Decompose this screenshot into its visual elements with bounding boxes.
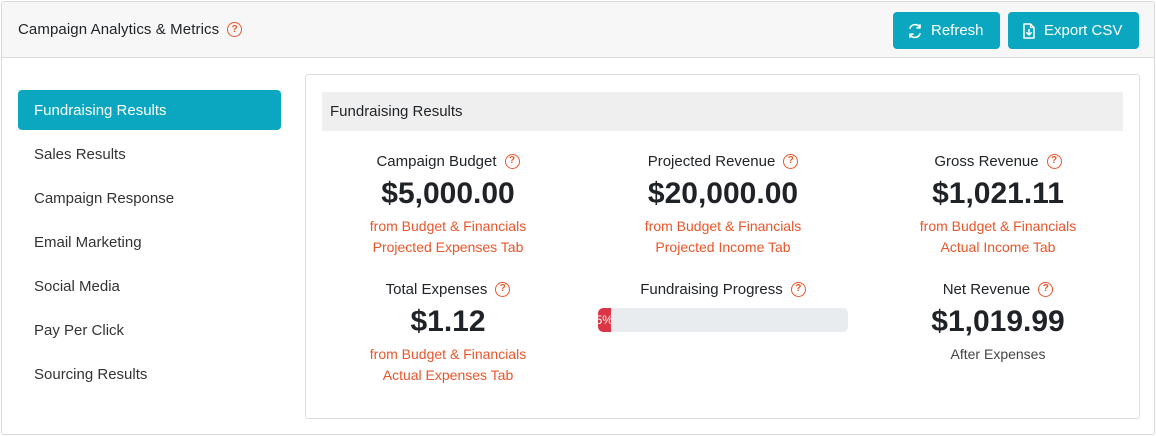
sidebar-item-social-media[interactable]: Social Media [18, 266, 281, 306]
sidebar-nav: Fundraising Results Sales Results Campai… [18, 90, 281, 398]
help-icon[interactable]: ? [1046, 153, 1062, 169]
metric-source-line: from Budget & Financials [369, 346, 527, 362]
help-icon[interactable]: ? [504, 153, 520, 169]
sidebar-item-label: Pay Per Click [34, 321, 125, 339]
refresh-button[interactable]: Refresh [893, 12, 1000, 49]
fundraising-results-card: Fundraising Results Campaign Budget ? $5… [305, 74, 1140, 419]
metric-source-line: Actual Income Tab [940, 239, 1056, 255]
metric-label: Gross Revenue [934, 152, 1039, 170]
help-icon[interactable]: ? [227, 22, 243, 37]
metric-value: $20,000.00 [647, 177, 799, 210]
export-csv-button-label: Export CSV [1044, 22, 1123, 39]
panel-header: Campaign Analytics & Metrics ? Refresh E [2, 2, 1154, 58]
help-icon[interactable]: ? [783, 153, 799, 169]
metric-source-line: Actual Expenses Tab [382, 367, 514, 383]
analytics-panel: Campaign Analytics & Metrics ? Refresh E [1, 1, 1155, 435]
metric-value: $1,021.11 [932, 177, 1064, 210]
metric-source: from Budget & Financials Actual Income T… [873, 216, 1123, 258]
metric-label: Net Revenue [942, 280, 1031, 298]
file-download-icon [1023, 22, 1035, 39]
metric-source-line: Projected Expenses Tab [372, 239, 524, 255]
sidebar-item-label: Sourcing Results [34, 365, 148, 383]
total-expenses-metric: Total Expenses ? $1.12 from Budget & Fin… [323, 279, 573, 386]
metric-source-line: Projected Income Tab [655, 239, 791, 255]
gross-revenue-metric: Gross Revenue ? $1,021.11 from Budget & … [873, 151, 1123, 258]
export-csv-button[interactable]: Export CSV [1008, 12, 1139, 49]
refresh-button-label: Refresh [931, 22, 984, 39]
metric-source-line: from Budget & Financials [644, 218, 802, 234]
sidebar-item-sourcing-results[interactable]: Sourcing Results [18, 354, 281, 394]
page-title: Campaign Analytics & Metrics [18, 21, 220, 38]
metric-label: Projected Revenue [647, 152, 776, 170]
metric-note: After Expenses [950, 346, 1046, 362]
metric-source-line: from Budget & Financials [919, 218, 1077, 234]
metric-value: $1.12 [410, 305, 486, 338]
metric-source: from Budget & Financials Actual Expenses… [323, 344, 573, 386]
fundraising-progress-metric: Fundraising Progress ? [598, 279, 848, 299]
metric-source-line: from Budget & Financials [369, 218, 527, 234]
sidebar-item-label: Campaign Response [34, 189, 175, 207]
fundraising-progress-bar: 5% [598, 308, 848, 332]
sidebar-item-email-marketing[interactable]: Email Marketing [18, 222, 281, 262]
section-title: Fundraising Results [322, 92, 1123, 131]
sidebar-item-campaign-response[interactable]: Campaign Response [18, 178, 281, 218]
sidebar-item-pay-per-click[interactable]: Pay Per Click [18, 310, 281, 350]
metric-label: Fundraising Progress [640, 280, 783, 298]
sidebar-item-label: Social Media [34, 277, 120, 295]
sidebar-item-label: Sales Results [34, 145, 126, 163]
help-icon[interactable]: ? [1038, 281, 1054, 297]
metric-source: from Budget & Financials Projected Incom… [598, 216, 848, 258]
net-revenue-metric: Net Revenue ? $1,019.99 After Expenses [873, 279, 1123, 365]
help-icon[interactable]: ? [495, 281, 511, 297]
progress-fill: 5% [598, 308, 611, 332]
metric-value: $5,000.00 [381, 177, 515, 210]
sidebar-item-sales-results[interactable]: Sales Results [18, 134, 281, 174]
metric-value: $1,019.99 [931, 305, 1065, 338]
projected-revenue-metric: Projected Revenue ? $20,000.00 from Budg… [598, 151, 848, 258]
metric-source: from Budget & Financials Projected Expen… [323, 216, 573, 258]
metric-label: Total Expenses [385, 280, 488, 298]
header-actions: Refresh Export CSV [893, 12, 1139, 49]
sidebar-item-label: Fundraising Results [34, 101, 167, 119]
help-icon[interactable]: ? [790, 281, 806, 297]
sidebar-item-fundraising-results[interactable]: Fundraising Results [18, 90, 281, 130]
sidebar-item-label: Email Marketing [34, 233, 142, 251]
metric-label: Campaign Budget [376, 152, 497, 170]
refresh-icon [909, 23, 921, 38]
campaign-budget-metric: Campaign Budget ? $5,000.00 from Budget … [323, 151, 573, 258]
